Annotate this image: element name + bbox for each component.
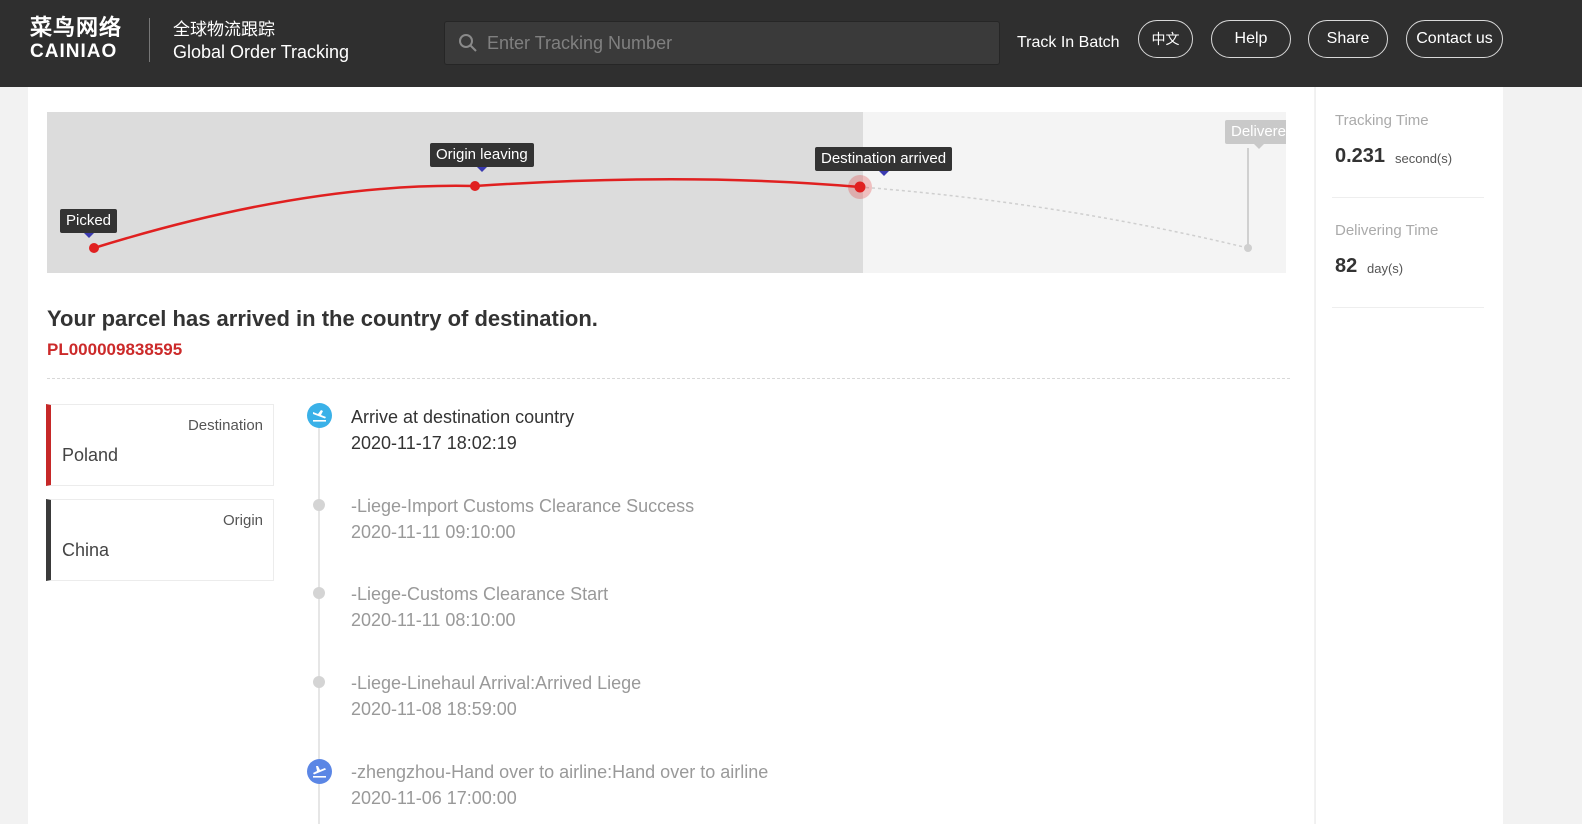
cainiao-logo[interactable]: 菜鸟网络 CAINIAO <box>30 16 130 64</box>
tracking-time-unit: second(s) <box>1395 151 1453 166</box>
plane-landing-icon <box>307 403 332 428</box>
timeline-event: -Liege-Linehaul Arrival:Arrived Liege 20… <box>351 672 641 720</box>
timeline-event: -Liege-Import Customs Clearance Success … <box>351 495 694 543</box>
route-point-origin-leaving <box>470 181 480 191</box>
top-header: 菜鸟网络 CAINIAO 全球物流跟踪 Global Order Trackin… <box>0 0 1582 87</box>
search-icon[interactable] <box>458 33 478 53</box>
route-point-picked <box>89 243 99 253</box>
tracking-time-label: Tracking Time <box>1335 112 1429 129</box>
stage-label-destination-arrived: Destination arrived <box>815 147 953 176</box>
delivering-time-label: Delivering Time <box>1335 222 1439 239</box>
help-button[interactable]: Help <box>1211 20 1291 58</box>
origin-country: China <box>62 540 110 560</box>
language-button[interactable]: 中文 <box>1138 20 1193 58</box>
stats-divider <box>1332 197 1484 198</box>
origin-card: Origin China <box>46 499 274 581</box>
tracking-number-input[interactable] <box>487 22 987 64</box>
tracking-number: PL000009838595 <box>47 340 183 359</box>
delivering-time-unit: day(s) <box>1367 261 1404 276</box>
site-title-english: Global Order Tracking <box>173 42 350 62</box>
event-time: 2020-11-11 09:10:00 <box>351 522 516 542</box>
search-box <box>444 21 1000 65</box>
event-title: -zhengzhou-Hand over to airline:Hand ove… <box>351 762 769 782</box>
event-title: Arrive at destination country <box>351 407 575 427</box>
header-divider <box>149 18 150 62</box>
destination-country: Poland <box>62 445 119 465</box>
event-time: 2020-11-06 17:00:00 <box>351 788 517 808</box>
logo-english-text: CAINIAO <box>30 41 118 62</box>
stage-label-picked: Picked <box>60 209 118 238</box>
stats-panel: Tracking Time 0.231 second(s) Delivering… <box>1315 87 1503 824</box>
track-in-batch-link[interactable]: Track In Batch <box>1017 34 1120 52</box>
destination-label: Destination <box>187 417 263 434</box>
event-time: 2020-11-17 18:02:19 <box>351 433 517 453</box>
contact-us-button[interactable]: Contact us <box>1406 20 1503 58</box>
route-map: Picked Origin leaving Destination arrive… <box>47 112 1286 273</box>
delivering-time-value: 82 <box>1335 255 1358 277</box>
timeline-dot <box>313 587 325 599</box>
tracking-time-value: 0.231 <box>1335 145 1386 167</box>
status-message: Your parcel has arrived in the country o… <box>47 306 598 331</box>
site-title: 全球物流跟踪 Global Order Tracking <box>173 20 349 63</box>
section-divider <box>47 378 1290 379</box>
event-time: 2020-11-11 08:10:00 <box>351 610 516 630</box>
event-time: 2020-11-08 18:59:00 <box>351 699 517 719</box>
origin-label: Origin <box>222 512 263 529</box>
route-path-graphic <box>89 148 1252 253</box>
stage-label-origin-leaving: Origin leaving <box>430 143 534 172</box>
route-point-destination-arrived <box>854 181 866 193</box>
plane-departure-icon <box>307 759 332 784</box>
share-button[interactable]: Share <box>1308 20 1388 58</box>
route-path-remaining <box>859 186 1249 249</box>
event-title: -Liege-Customs Clearance Start <box>351 584 609 604</box>
stats-divider <box>1332 307 1484 308</box>
timeline-event: -Liege-Customs Clearance Start 2020-11-1… <box>351 583 608 631</box>
timeline-event: -zhengzhou-Hand over to airline:Hand ove… <box>351 761 768 809</box>
timeline-event: Arrive at destination country 2020-11-17… <box>351 406 574 454</box>
route-point-delivered <box>1244 244 1252 252</box>
main-panel: Picked Origin leaving Destination arrive… <box>28 87 1314 824</box>
timeline-dot <box>313 676 325 688</box>
timeline-dot <box>313 499 325 511</box>
destination-card: Destination Poland <box>46 404 274 486</box>
event-title: -Liege-Import Customs Clearance Success <box>351 496 695 516</box>
logo-chinese-text: 菜鸟网络 <box>30 16 123 41</box>
site-title-chinese: 全球物流跟踪 <box>173 20 275 40</box>
stage-label-delivered: Delivere <box>1225 120 1286 149</box>
event-title: -Liege-Linehaul Arrival:Arrived Liege <box>351 673 642 693</box>
